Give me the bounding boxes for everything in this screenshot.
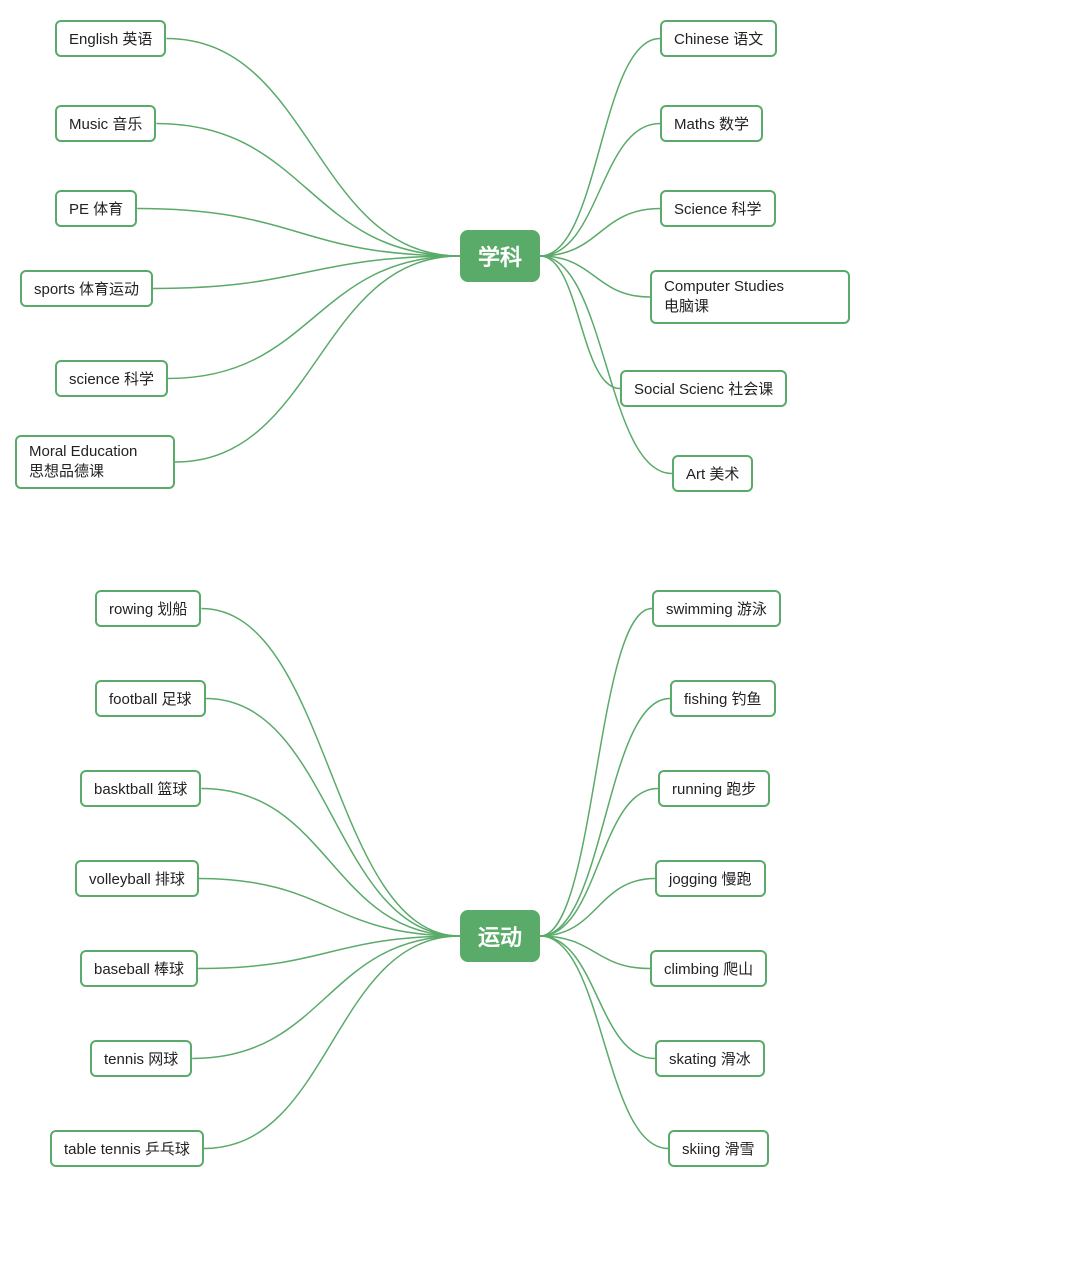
leaf-social-science: Social Scienc 社会课 — [620, 370, 787, 407]
center-node-subjects: 学科 — [460, 230, 540, 282]
leaf-moral-education: Moral Education思想品德课 — [15, 435, 175, 489]
leaf-climbing: climbing 爬山 — [650, 950, 767, 987]
leaf-fishing: fishing 钓鱼 — [670, 680, 776, 717]
center-node-sports: 运动 — [460, 910, 540, 962]
leaf-skiing: skiing 滑雪 — [668, 1130, 769, 1167]
leaf-science-right: Science 科学 — [660, 190, 776, 227]
leaf-sports: sports 体育运动 — [20, 270, 153, 307]
full-diagram: 学科 English 英语 Music 音乐 PE 体育 sports 体育运动… — [0, 0, 1080, 1270]
diagram-sports: 运动 rowing 划船 football 足球 basktball 篮球 vo… — [0, 570, 1080, 1270]
leaf-skating: skating 滑冰 — [655, 1040, 765, 1077]
leaf-swimming: swimming 游泳 — [652, 590, 781, 627]
leaf-running: running 跑步 — [658, 770, 770, 807]
leaf-football: football 足球 — [95, 680, 206, 717]
leaf-jogging: jogging 慢跑 — [655, 860, 766, 897]
leaf-pe: PE 体育 — [55, 190, 137, 227]
leaf-maths: Maths 数学 — [660, 105, 763, 142]
leaf-rowing: rowing 划船 — [95, 590, 201, 627]
leaf-computer-studies: Computer Studies电脑课 — [650, 270, 850, 324]
leaf-volleyball: volleyball 排球 — [75, 860, 199, 897]
leaf-english: English 英语 — [55, 20, 166, 57]
leaf-art: Art 美术 — [672, 455, 753, 492]
leaf-baseball: baseball 棒球 — [80, 950, 198, 987]
leaf-basketball: basktball 篮球 — [80, 770, 201, 807]
leaf-science-left: science 科学 — [55, 360, 168, 397]
diagram-subjects: 学科 English 英语 Music 音乐 PE 体育 sports 体育运动… — [0, 0, 1080, 560]
leaf-table-tennis: table tennis 乒乓球 — [50, 1130, 204, 1167]
leaf-tennis: tennis 网球 — [90, 1040, 192, 1077]
leaf-chinese: Chinese 语文 — [660, 20, 777, 57]
leaf-music: Music 音乐 — [55, 105, 156, 142]
